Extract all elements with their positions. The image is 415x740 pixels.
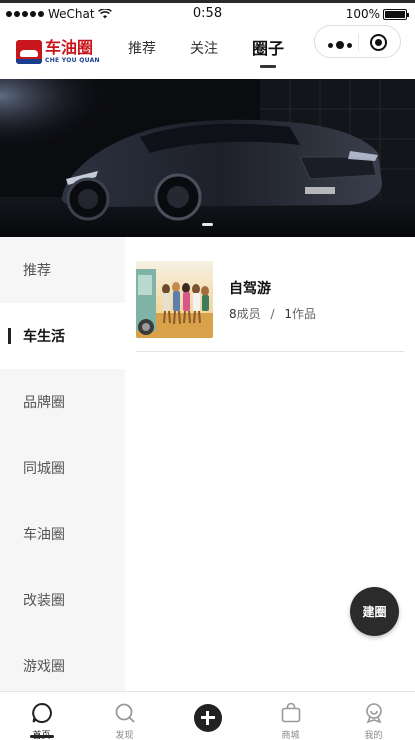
tab-recommend[interactable]: 推荐 xyxy=(128,39,156,59)
active-tab-indicator xyxy=(30,735,54,738)
sports-car-image xyxy=(0,79,415,237)
logo-english: CHE YOU QUAN xyxy=(45,57,100,64)
close-target-icon[interactable] xyxy=(370,34,387,51)
circle-name: 自驾游 xyxy=(229,281,271,297)
battery-icon xyxy=(383,8,409,20)
circle-stats: 8成员 / 1作品 xyxy=(229,305,316,322)
more-icon[interactable] xyxy=(328,41,352,49)
status-right: 100% xyxy=(345,7,409,21)
app-logo: 车油圈 CHE YOU QUAN xyxy=(16,37,100,67)
top-navigation: 车油圈 CHE YOU QUAN 推荐 关注 圈子 xyxy=(0,25,415,79)
carousel-indicator[interactable] xyxy=(202,223,213,226)
circle-thumbnail xyxy=(136,261,213,338)
search-icon xyxy=(115,703,135,723)
sidebar-item-cheyou[interactable]: 车油圈 xyxy=(0,501,125,567)
tab-shop-label: 商城 xyxy=(281,731,300,740)
list-item[interactable]: 自驾游 8成员 / 1作品 xyxy=(136,261,404,352)
miniprogram-capsule xyxy=(314,25,401,58)
tab-discover[interactable]: 发现 xyxy=(83,692,166,740)
banner-carousel[interactable] xyxy=(0,79,415,237)
sidebar-item-modding[interactable]: 改装圈 xyxy=(0,567,125,633)
works-label: 作品 xyxy=(292,307,317,321)
tab-post[interactable] xyxy=(166,692,249,740)
status-bar: WeChat 0:58 100% xyxy=(0,3,415,25)
tab-home[interactable]: 首页 xyxy=(0,692,83,740)
sidebar-item-games[interactable]: 游戏圈 xyxy=(0,633,125,691)
bottom-tab-bar: 首页 发现 商城 我的 xyxy=(0,691,415,740)
profile-icon xyxy=(365,703,382,724)
tab-discover-label: 发现 xyxy=(115,731,134,740)
sidebar-item-car-life[interactable]: 车生活 xyxy=(0,303,125,369)
tab-profile-label: 我的 xyxy=(364,731,383,740)
home-chat-icon xyxy=(31,702,52,723)
members-count: 8 xyxy=(229,307,237,321)
stats-separator: / xyxy=(270,307,275,321)
plus-icon xyxy=(193,704,222,732)
tab-follow[interactable]: 关注 xyxy=(190,39,218,59)
create-circle-button[interactable]: 建圈 xyxy=(350,587,399,636)
logo-text: 车油圈 CHE YOU QUAN xyxy=(45,40,100,64)
shopping-bag-icon xyxy=(281,702,300,723)
capsule-divider xyxy=(358,34,359,51)
tab-circles[interactable]: 圈子 xyxy=(252,39,284,68)
sidebar-item-local[interactable]: 同城圈 xyxy=(0,435,125,501)
tab-profile[interactable]: 我的 xyxy=(332,692,415,740)
car-logo-icon xyxy=(16,40,42,64)
logo-chinese: 车油圈 xyxy=(45,38,94,57)
feed-tabs: 推荐 关注 圈子 xyxy=(128,39,318,68)
battery-percent: 100% xyxy=(345,7,380,21)
sidebar-item-brand[interactable]: 品牌圈 xyxy=(0,369,125,435)
tab-shop[interactable]: 商城 xyxy=(249,692,332,740)
tab-home-label: 首页 xyxy=(0,728,83,740)
members-label: 成员 xyxy=(236,307,261,321)
sidebar-item-recommend[interactable]: 推荐 xyxy=(0,237,125,303)
works-count: 1 xyxy=(284,307,292,321)
category-sidebar: 推荐 车生活 品牌圈 同城圈 车油圈 改装圈 游戏圈 xyxy=(0,237,125,691)
